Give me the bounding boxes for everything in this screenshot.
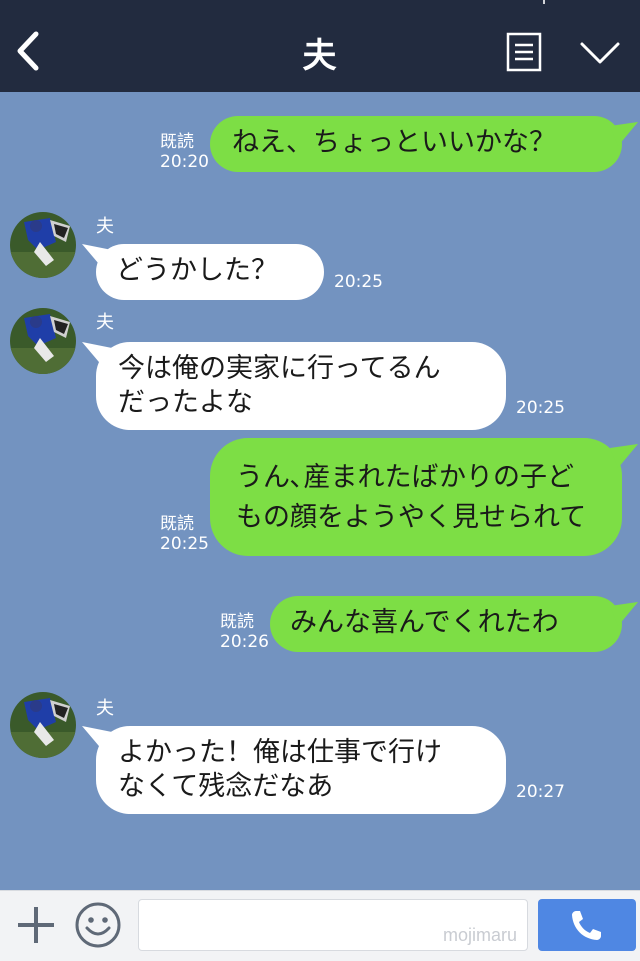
message-line: もの顔をようやく見せられて xyxy=(236,502,587,533)
compose-bar: mojimaru xyxy=(0,890,640,961)
chevron-down-icon[interactable] xyxy=(578,38,622,68)
message-meta: 既読 20:20 xyxy=(160,132,209,172)
message-line: 今は俺の実家に行ってるん xyxy=(118,353,441,384)
message-input[interactable]: mojimaru xyxy=(138,899,528,951)
message-line: うん､産まれたばかりの子ど xyxy=(236,462,575,493)
sender-name: 夫 xyxy=(96,312,114,333)
message-text: みんな喜んでくれたわ xyxy=(290,607,559,638)
sender-name: 夫 xyxy=(96,698,114,719)
message-time: 20:26 xyxy=(220,632,269,652)
message-bubble[interactable]: 今は俺の実家に行ってるん だったよな xyxy=(96,342,506,430)
avatar-photo xyxy=(10,212,76,278)
plus-icon[interactable] xyxy=(14,903,58,947)
read-receipt: 既読 xyxy=(160,132,194,152)
bubble-tail xyxy=(610,602,638,626)
message-bubble[interactable]: うん､産まれたばかりの子ど もの顔をようやく見せられて xyxy=(210,438,622,556)
chat-title: 夫 xyxy=(302,36,338,76)
message-line: だったよな xyxy=(118,387,253,418)
avatar[interactable] xyxy=(10,308,76,374)
message-meta: 既読 20:26 xyxy=(220,612,269,652)
avatar[interactable] xyxy=(10,692,76,758)
header-bar: 夫 xyxy=(0,0,640,92)
message-time: 20:20 xyxy=(160,152,209,172)
message-line: よかった！俺は仕事で行け xyxy=(118,737,442,768)
avatar-photo xyxy=(10,692,76,758)
avatar[interactable] xyxy=(10,212,76,278)
message-text: どうかした？ xyxy=(116,255,278,286)
bubble-tail xyxy=(610,444,638,468)
read-receipt: 既読 xyxy=(220,612,254,632)
message-time: 20:25 xyxy=(516,398,565,418)
read-receipt: 既読 xyxy=(160,514,194,534)
message-bubble[interactable]: みんな喜んでくれたわ xyxy=(270,596,622,652)
message-time: 20:25 xyxy=(334,272,383,292)
sender-name: 夫 xyxy=(96,216,114,237)
message-time: 20:25 xyxy=(160,534,209,554)
message-bubble[interactable]: どうかした？ xyxy=(96,244,324,300)
message-meta: 既読 20:25 xyxy=(160,514,209,554)
watermark-text: mojimaru xyxy=(442,925,517,945)
message-text: ねえ、ちょっといいかな？ xyxy=(232,127,556,158)
message-bubble[interactable]: ねえ、ちょっといいかな？ xyxy=(210,116,622,172)
status-mark xyxy=(543,0,545,4)
message-list[interactable]: 既読 20:20 ねえ、ちょっといいかな？ 夫 どうかした？ 20:25 夫 今… xyxy=(0,92,640,890)
message-bubble[interactable]: よかった！俺は仕事で行け なくて残念だなあ xyxy=(96,726,506,814)
phone-icon xyxy=(572,911,601,940)
avatar-photo xyxy=(10,308,76,374)
message-line: なくて残念だなあ xyxy=(118,771,334,802)
bubble-tail xyxy=(610,122,638,146)
notes-menu-icon[interactable] xyxy=(506,32,542,72)
smiley-icon[interactable] xyxy=(74,901,122,949)
call-button[interactable] xyxy=(538,899,636,951)
message-time: 20:27 xyxy=(516,782,565,802)
